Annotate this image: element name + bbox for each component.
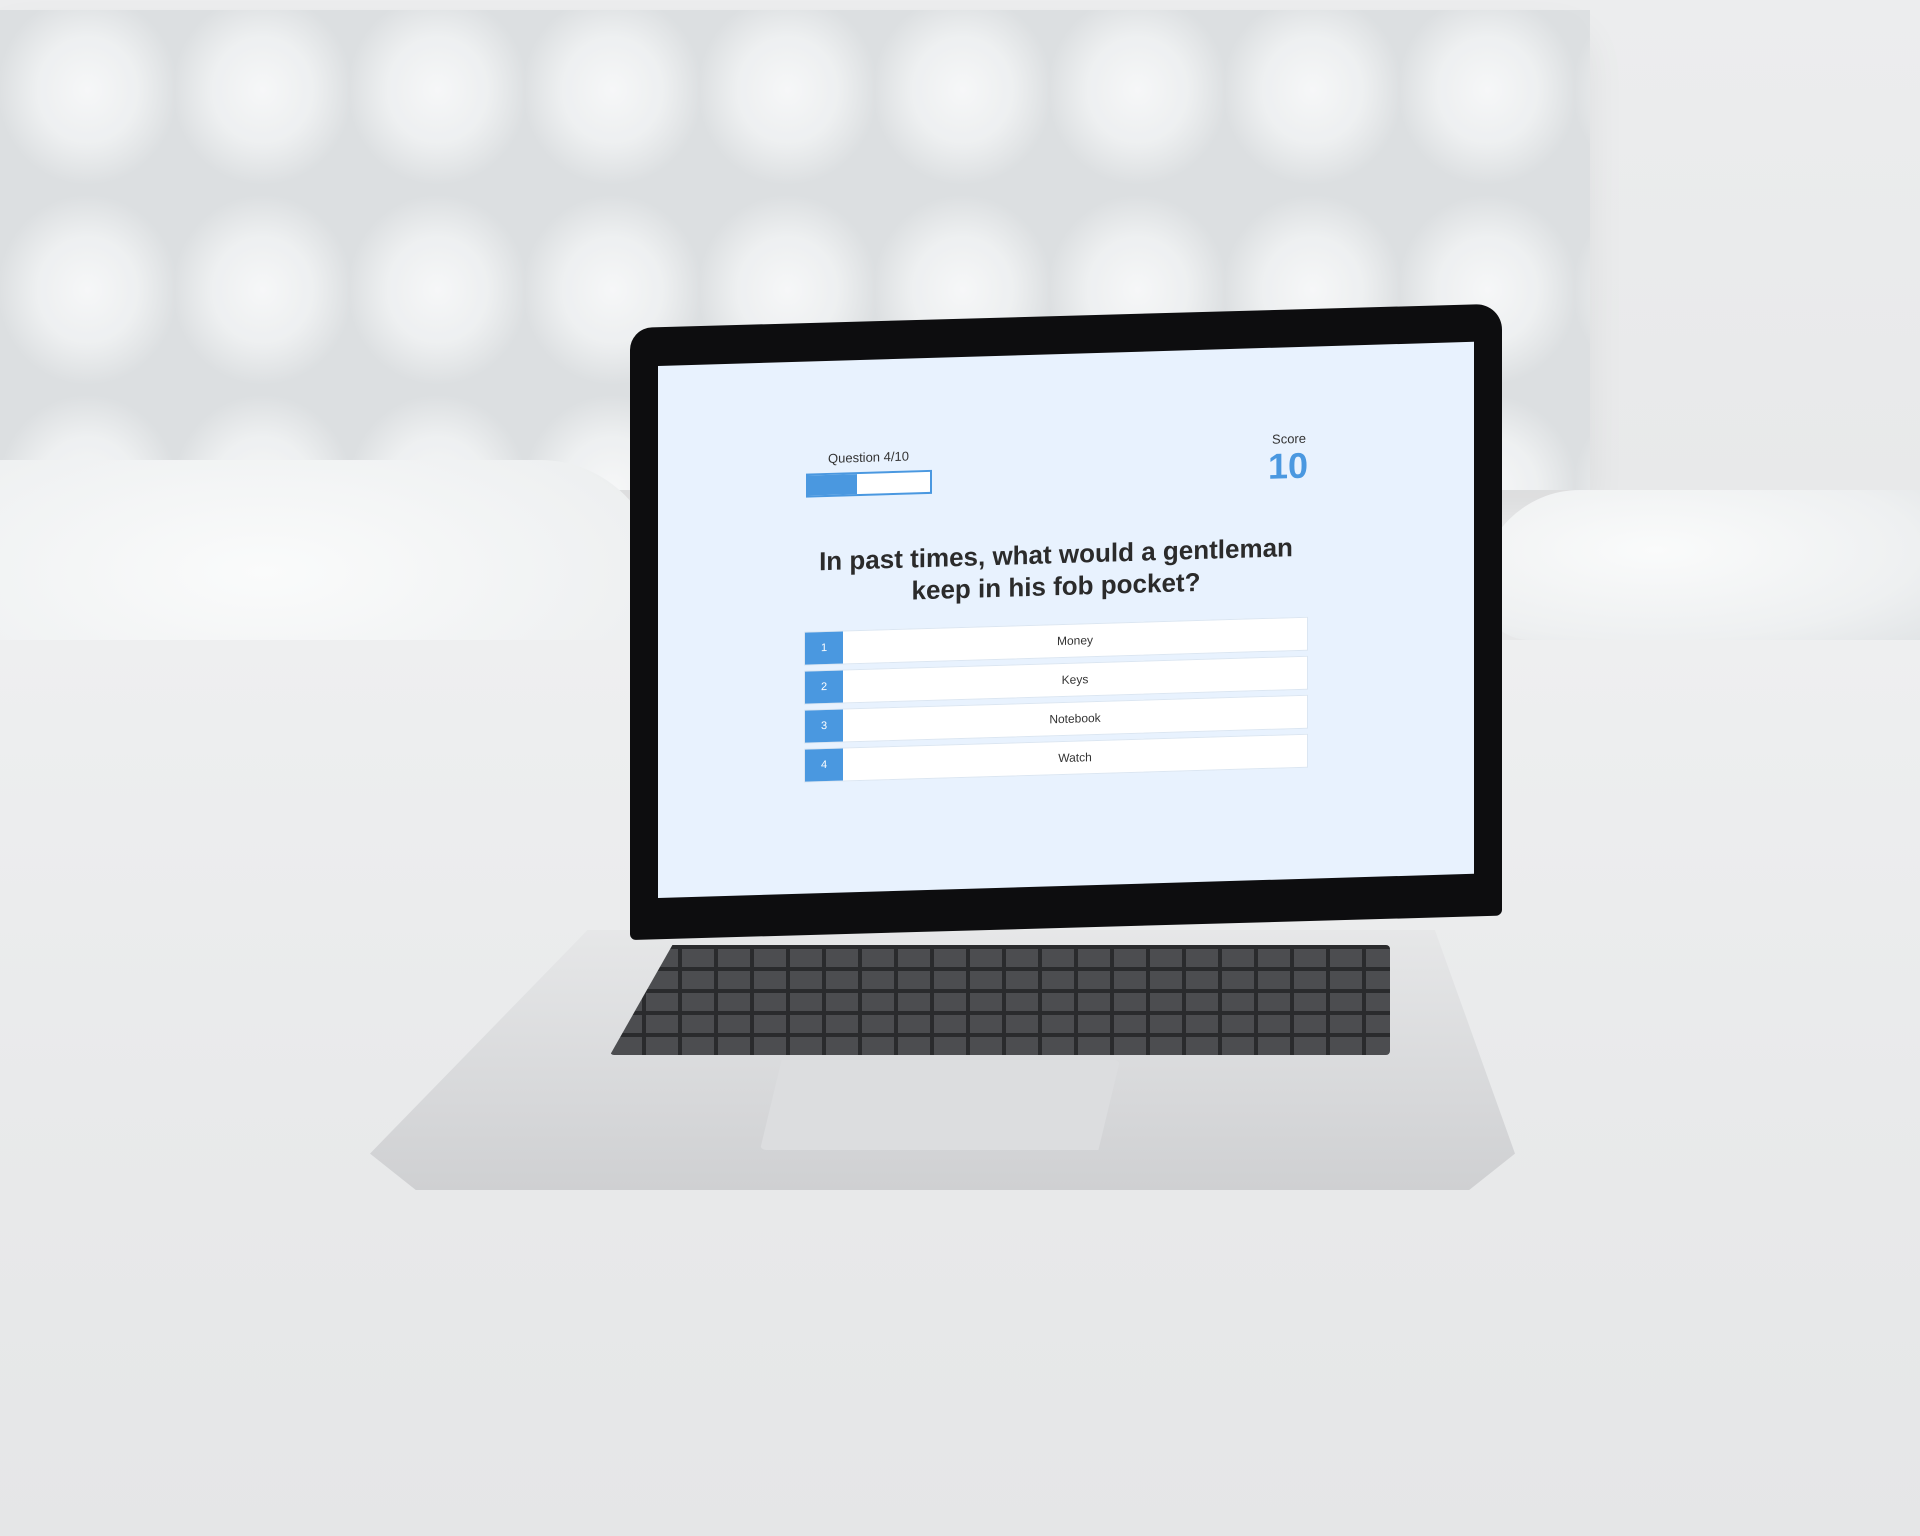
question-counter: Question 4/10	[828, 448, 909, 466]
answer-number: 2	[805, 670, 843, 704]
question-text: In past times, what would a gentleman ke…	[819, 532, 1293, 606]
answer-label: Money	[1056, 633, 1094, 649]
pillow-right	[1480, 490, 1920, 640]
answer-number: 4	[805, 748, 843, 782]
answer-label: Watch	[1058, 750, 1092, 766]
answer-number: 1	[805, 631, 843, 665]
answer-label: Keys	[1061, 672, 1089, 688]
quiz-panel: Question 4/10 Score 10 In past times, wh…	[804, 431, 1308, 783]
laptop-trackpad	[760, 1060, 1120, 1150]
progress-bar	[806, 469, 932, 498]
answer-label: Notebook	[1049, 710, 1101, 727]
answer-number: 3	[805, 709, 843, 743]
score-value: 10	[1267, 444, 1308, 487]
laptop-screen: Question 4/10 Score 10 In past times, wh…	[658, 341, 1474, 898]
laptop-keyboard	[610, 945, 1390, 1055]
progress-bar-fill	[808, 474, 857, 496]
answer-list: 1 Money 2 Keys 3 Notebook 4 Watch	[804, 616, 1308, 788]
